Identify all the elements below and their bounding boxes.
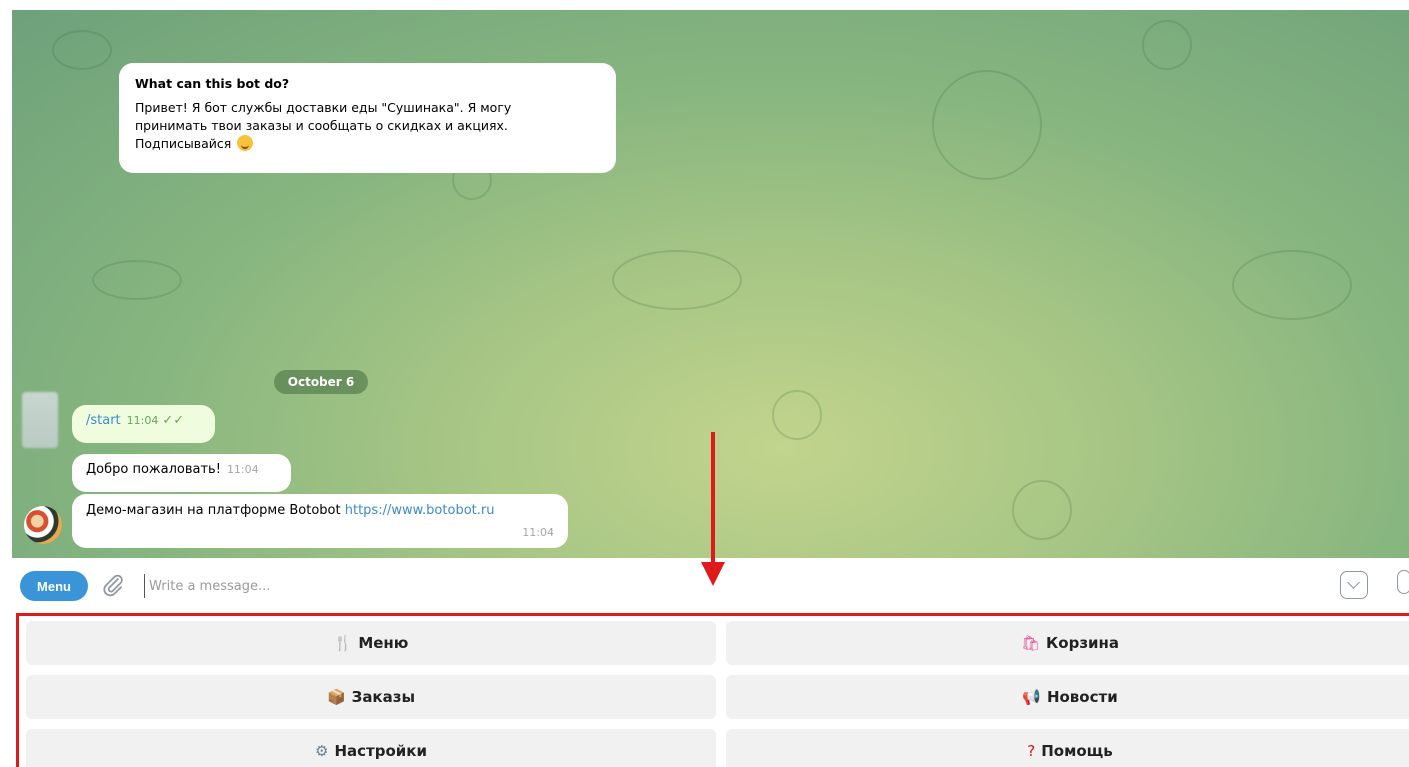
message-time: 11:04: [126, 414, 159, 427]
bot-description-text: Привет! Я бот службы доставки еды "Сушин…: [135, 99, 600, 153]
question-mark-icon: ?: [1027, 742, 1036, 760]
keyboard-button-label: Меню: [358, 634, 409, 652]
message-text: Демо-магазин на платформе Botobot: [86, 503, 341, 518]
keyboard-button-label: Заказы: [351, 688, 416, 706]
background-doodle: [52, 30, 112, 70]
background-doodle: [1012, 480, 1072, 540]
message-text: Добро пожаловать!: [86, 462, 221, 477]
background-doodle: [92, 260, 182, 300]
background-doodle: [772, 390, 822, 440]
background-doodle: [932, 70, 1042, 180]
message-link[interactable]: https://www.botobot.ru: [345, 503, 495, 518]
message-incoming[interactable]: Демо-магазин на платформе Botobot https:…: [72, 494, 568, 548]
message-incoming[interactable]: Добро пожаловать! 11:04: [72, 454, 291, 492]
sticker-icon[interactable]: [1340, 571, 1368, 599]
paperclip-icon[interactable]: [100, 572, 126, 598]
bot-description-title: What can this bot do?: [135, 76, 290, 91]
message-text[interactable]: /start: [86, 413, 121, 428]
package-icon: 📦: [326, 688, 346, 706]
bot-description-body: Привет! Я бот службы доставки еды "Сушин…: [135, 100, 512, 151]
double-check-icon: ✓✓: [162, 413, 185, 428]
gear-icon: ⚙: [315, 742, 329, 760]
keyboard-button-settings[interactable]: ⚙ Настройки: [26, 729, 716, 767]
keyboard-button-label: Настройки: [334, 742, 427, 760]
keyboard-button-cart[interactable]: 🛍 Корзина: [726, 621, 1409, 665]
keyboard-button-label: Корзина: [1046, 634, 1120, 652]
message-outgoing[interactable]: /start 11:04 ✓✓: [72, 405, 215, 443]
shopping-bag-icon: 🛍: [1020, 634, 1041, 652]
message-input[interactable]: [144, 574, 744, 598]
keyboard-button-news[interactable]: 📢 Новости: [726, 675, 1409, 719]
background-doodle: [1232, 250, 1352, 320]
microphone-icon[interactable]: [1397, 570, 1409, 594]
annotation-arrow-head: [701, 562, 725, 586]
message-time: 11:04: [522, 526, 554, 539]
keyboard-button-orders[interactable]: 📦 Заказы: [26, 675, 716, 719]
date-separator: October 6: [274, 370, 368, 394]
keyboard-button-help[interactable]: ? Помощь: [726, 729, 1409, 767]
bot-description-card: What can this bot do? Привет! Я бот служ…: [119, 63, 616, 173]
wink-emoji-icon: [237, 135, 254, 151]
menu-button[interactable]: Menu: [20, 571, 88, 601]
annotation-arrow: [711, 432, 715, 570]
user-avatar: [22, 392, 58, 448]
background-doodle: [612, 250, 742, 310]
keyboard-button-label: Помощь: [1041, 742, 1113, 760]
bot-reply-keyboard: 🍴 Меню 🛍 Корзина 📦 Заказы 📢 Новости ⚙ Настрой…: [16, 613, 1409, 767]
message-time: 11:04: [226, 463, 259, 476]
keyboard-button-label: Новости: [1046, 688, 1118, 706]
keyboard-button-menu[interactable]: 🍴 Меню: [26, 621, 716, 665]
background-doodle: [1142, 20, 1192, 70]
megaphone-icon: 📢: [1022, 688, 1041, 706]
fork-knife-icon: 🍴: [333, 634, 353, 652]
bot-avatar[interactable]: [24, 506, 62, 544]
